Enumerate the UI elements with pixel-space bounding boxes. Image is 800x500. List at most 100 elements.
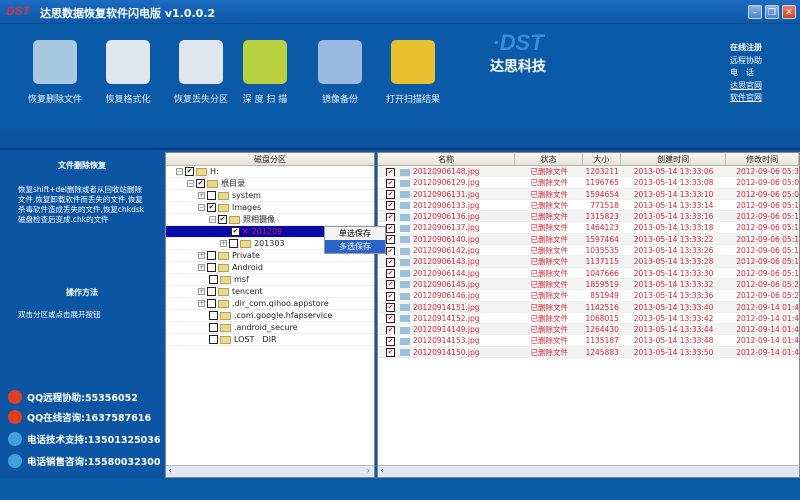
tree-checkbox[interactable] <box>209 335 218 344</box>
file-row[interactable]: ✔ 20120914153.jpg 已删除文件 1135187 2013-05-14 1… <box>378 335 799 347</box>
file-row[interactable]: ✔ 20120906129.jpg 已删除文件 1196765 2013-05-14 1… <box>378 177 799 189</box>
row-checkbox[interactable]: ✔ <box>386 201 395 211</box>
tree-checkbox[interactable] <box>207 251 216 260</box>
expand-toggle-icon[interactable]: + <box>198 288 205 295</box>
row-checkbox[interactable]: ✔ <box>386 235 395 245</box>
row-checkbox[interactable]: ✔ <box>386 325 395 335</box>
tree-checkbox[interactable] <box>207 299 216 308</box>
tree-checkbox[interactable]: ✔ <box>231 227 240 236</box>
list-hscrollbar[interactable]: ‹ <box>378 465 799 477</box>
row-checkbox[interactable]: ✔ <box>386 257 395 267</box>
file-list[interactable]: 名称 状态 大小 创建时间 修改时间 ✔ 20120906148.jpg 已删除文件 1203… <box>377 152 800 478</box>
row-checkbox[interactable]: ✔ <box>386 269 395 278</box>
file-row[interactable]: ✔ 20120906137.jpg 已删除文件 1464123 2013-05-14 1… <box>378 222 799 234</box>
tree-checkbox[interactable]: ✔ <box>207 203 216 212</box>
expand-toggle-icon[interactable]: − <box>209 216 216 223</box>
register-link[interactable]: 在线注册 <box>730 42 762 55</box>
file-row[interactable]: ✔ 20120914149.jpg 已删除文件 1264430 2013-05-14 1… <box>378 324 799 336</box>
row-checkbox[interactable]: ✔ <box>386 246 395 256</box>
row-checkbox[interactable]: ✔ <box>386 167 395 177</box>
tree-node[interactable]: − ✔ H: <box>166 166 374 178</box>
partition-tree[interactable]: 磁盘分区 − ✔ H: − ✔ 根目录 + system − ✔ Images − ✔ 照相摄像 ✔ ✕ 201… <box>165 152 375 478</box>
dasi-site-link[interactable]: 达思官网 <box>730 80 762 93</box>
column-header[interactable]: 修改时间 <box>726 153 799 165</box>
multi-save-menu-item[interactable]: 多选保存 <box>325 240 385 253</box>
tree-node[interactable]: − ✔ 根目录 <box>166 178 374 190</box>
file-row[interactable]: ✔ 20120914150.jpg 已删除文件 1245883 2013-05-14 1… <box>378 346 799 359</box>
tree-checkbox[interactable]: ✔ <box>185 167 194 176</box>
tree-node[interactable]: − ✔ Images <box>166 202 374 214</box>
row-checkbox[interactable]: ✔ <box>386 336 395 346</box>
tree-checkbox[interactable] <box>207 287 216 296</box>
expand-toggle-icon[interactable]: + <box>198 252 205 259</box>
cell-name: ✔ 20120906144.jpg <box>386 268 480 278</box>
tree-hscrollbar[interactable]: ‹ › <box>166 465 374 477</box>
tree-header: 磁盘分区 <box>166 153 374 166</box>
file-row[interactable]: ✔ 20120906136.jpg 已删除文件 1315823 2013-05-14 1… <box>378 211 799 223</box>
tree-checkbox[interactable] <box>229 239 238 248</box>
file-row[interactable]: ✔ 20120906140.jpg 已删除文件 1597464 2013-05-14 1… <box>378 233 799 246</box>
tree-node[interactable]: msf <box>166 274 374 286</box>
file-row[interactable]: ✔ 20120914151.jpg 已删除文件 1142516 2013-05-14 1… <box>378 301 799 313</box>
expand-toggle-icon[interactable]: + <box>198 264 205 271</box>
restore-button[interactable]: ❐ <box>765 5 779 19</box>
tree-checkbox[interactable] <box>207 263 216 272</box>
tree-checkbox[interactable] <box>209 275 218 284</box>
toolbar-button-3[interactable]: 深 度 扫 描 <box>230 40 300 105</box>
row-checkbox[interactable]: ✔ <box>386 190 395 199</box>
tree-node[interactable]: + tencent <box>166 286 374 298</box>
row-checkbox[interactable]: ✔ <box>386 280 395 290</box>
column-header[interactable]: 创建时间 <box>621 153 727 165</box>
toolbar-button-2[interactable]: 恢复丢失分区 <box>166 40 236 105</box>
remote-link[interactable]: 远程协助 <box>730 55 762 68</box>
row-checkbox[interactable]: ✔ <box>386 348 395 358</box>
toolbar-button-0[interactable]: 恢复删除文件 <box>20 40 90 105</box>
row-checkbox[interactable]: ✔ <box>386 223 395 233</box>
file-row[interactable]: ✔ 20120914152.jpg 已删除文件 1068015 2013-05-14 1… <box>378 313 799 325</box>
expand-toggle-icon[interactable]: + <box>220 240 227 247</box>
cell-status: 已删除文件 <box>530 257 568 267</box>
tree-node[interactable]: + system <box>166 190 374 202</box>
file-row[interactable]: ✔ 20120906142.jpg 已删除文件 1035535 2013-05-14 1… <box>378 245 799 257</box>
expand-toggle-icon[interactable]: − <box>176 168 183 175</box>
file-row[interactable]: ✔ 20120906133.jpg 已删除文件 771518 2013-05-14 13… <box>378 200 799 212</box>
minimize-button[interactable]: – <box>748 5 762 19</box>
tree-checkbox[interactable]: ✔ <box>196 179 205 188</box>
column-header[interactable]: 名称 <box>378 153 516 165</box>
expand-toggle-icon[interactable]: + <box>198 300 205 307</box>
file-row[interactable]: ✔ 20120906148.jpg 已删除文件 1203211 2013-05-14 1… <box>378 166 799 178</box>
tree-node[interactable]: + .dir_com.qihoo.appstore <box>166 298 374 310</box>
tree-checkbox[interactable] <box>209 323 218 332</box>
software-site-link[interactable]: 软件官网 <box>730 92 762 105</box>
tree-node[interactable]: − ✔ 照相摄像 <box>166 214 374 226</box>
toolbar-button-4[interactable]: 镜像备份 <box>305 40 375 105</box>
row-checkbox[interactable]: ✔ <box>386 314 395 324</box>
image-file-icon <box>400 213 410 221</box>
toolbar-button-5[interactable]: 打开扫描结果 <box>378 40 448 105</box>
tree-node[interactable]: + Android <box>166 262 374 274</box>
file-row[interactable]: ✔ 20120906131.jpg 已删除文件 1594654 2013-05-14 1… <box>378 188 799 200</box>
expand-toggle-icon[interactable]: − <box>198 204 205 211</box>
file-row[interactable]: ✔ 20120906144.jpg 已删除文件 1047666 2013-05-14 1… <box>378 268 799 279</box>
tree-checkbox[interactable]: ✔ <box>218 215 227 224</box>
phone-link[interactable]: 电 话 <box>730 67 762 80</box>
row-checkbox[interactable]: ✔ <box>386 303 395 312</box>
file-row[interactable]: ✔ 20120906145.jpg 已删除文件 1859519 2013-05-14 1… <box>378 278 799 291</box>
expand-toggle-icon[interactable]: − <box>187 180 194 187</box>
close-button[interactable]: ✕ <box>782 5 796 19</box>
column-header[interactable]: 状态 <box>515 153 584 165</box>
single-save-menu-item[interactable]: 单选保存 <box>325 227 385 240</box>
file-row[interactable]: ✔ 20120906146.jpg 已删除文件 851949 2013-05-14 13… <box>378 290 799 302</box>
row-checkbox[interactable]: ✔ <box>386 212 395 222</box>
file-row[interactable]: ✔ 20120906143.jpg 已删除文件 1137115 2013-05-14 1… <box>378 256 799 268</box>
tree-node[interactable]: .android_secure <box>166 322 374 334</box>
row-checkbox[interactable]: ✔ <box>386 291 395 301</box>
tree-checkbox[interactable] <box>209 311 218 320</box>
row-checkbox[interactable]: ✔ <box>386 178 395 188</box>
tree-node[interactable]: LOST DIR <box>166 334 374 346</box>
tree-checkbox[interactable] <box>207 191 216 200</box>
expand-toggle-icon[interactable]: + <box>198 192 205 199</box>
toolbar-button-1[interactable]: 恢复格式化 <box>93 40 163 105</box>
tree-node[interactable]: .com.google.hfapservice <box>166 310 374 322</box>
column-header[interactable]: 大小 <box>583 153 621 165</box>
